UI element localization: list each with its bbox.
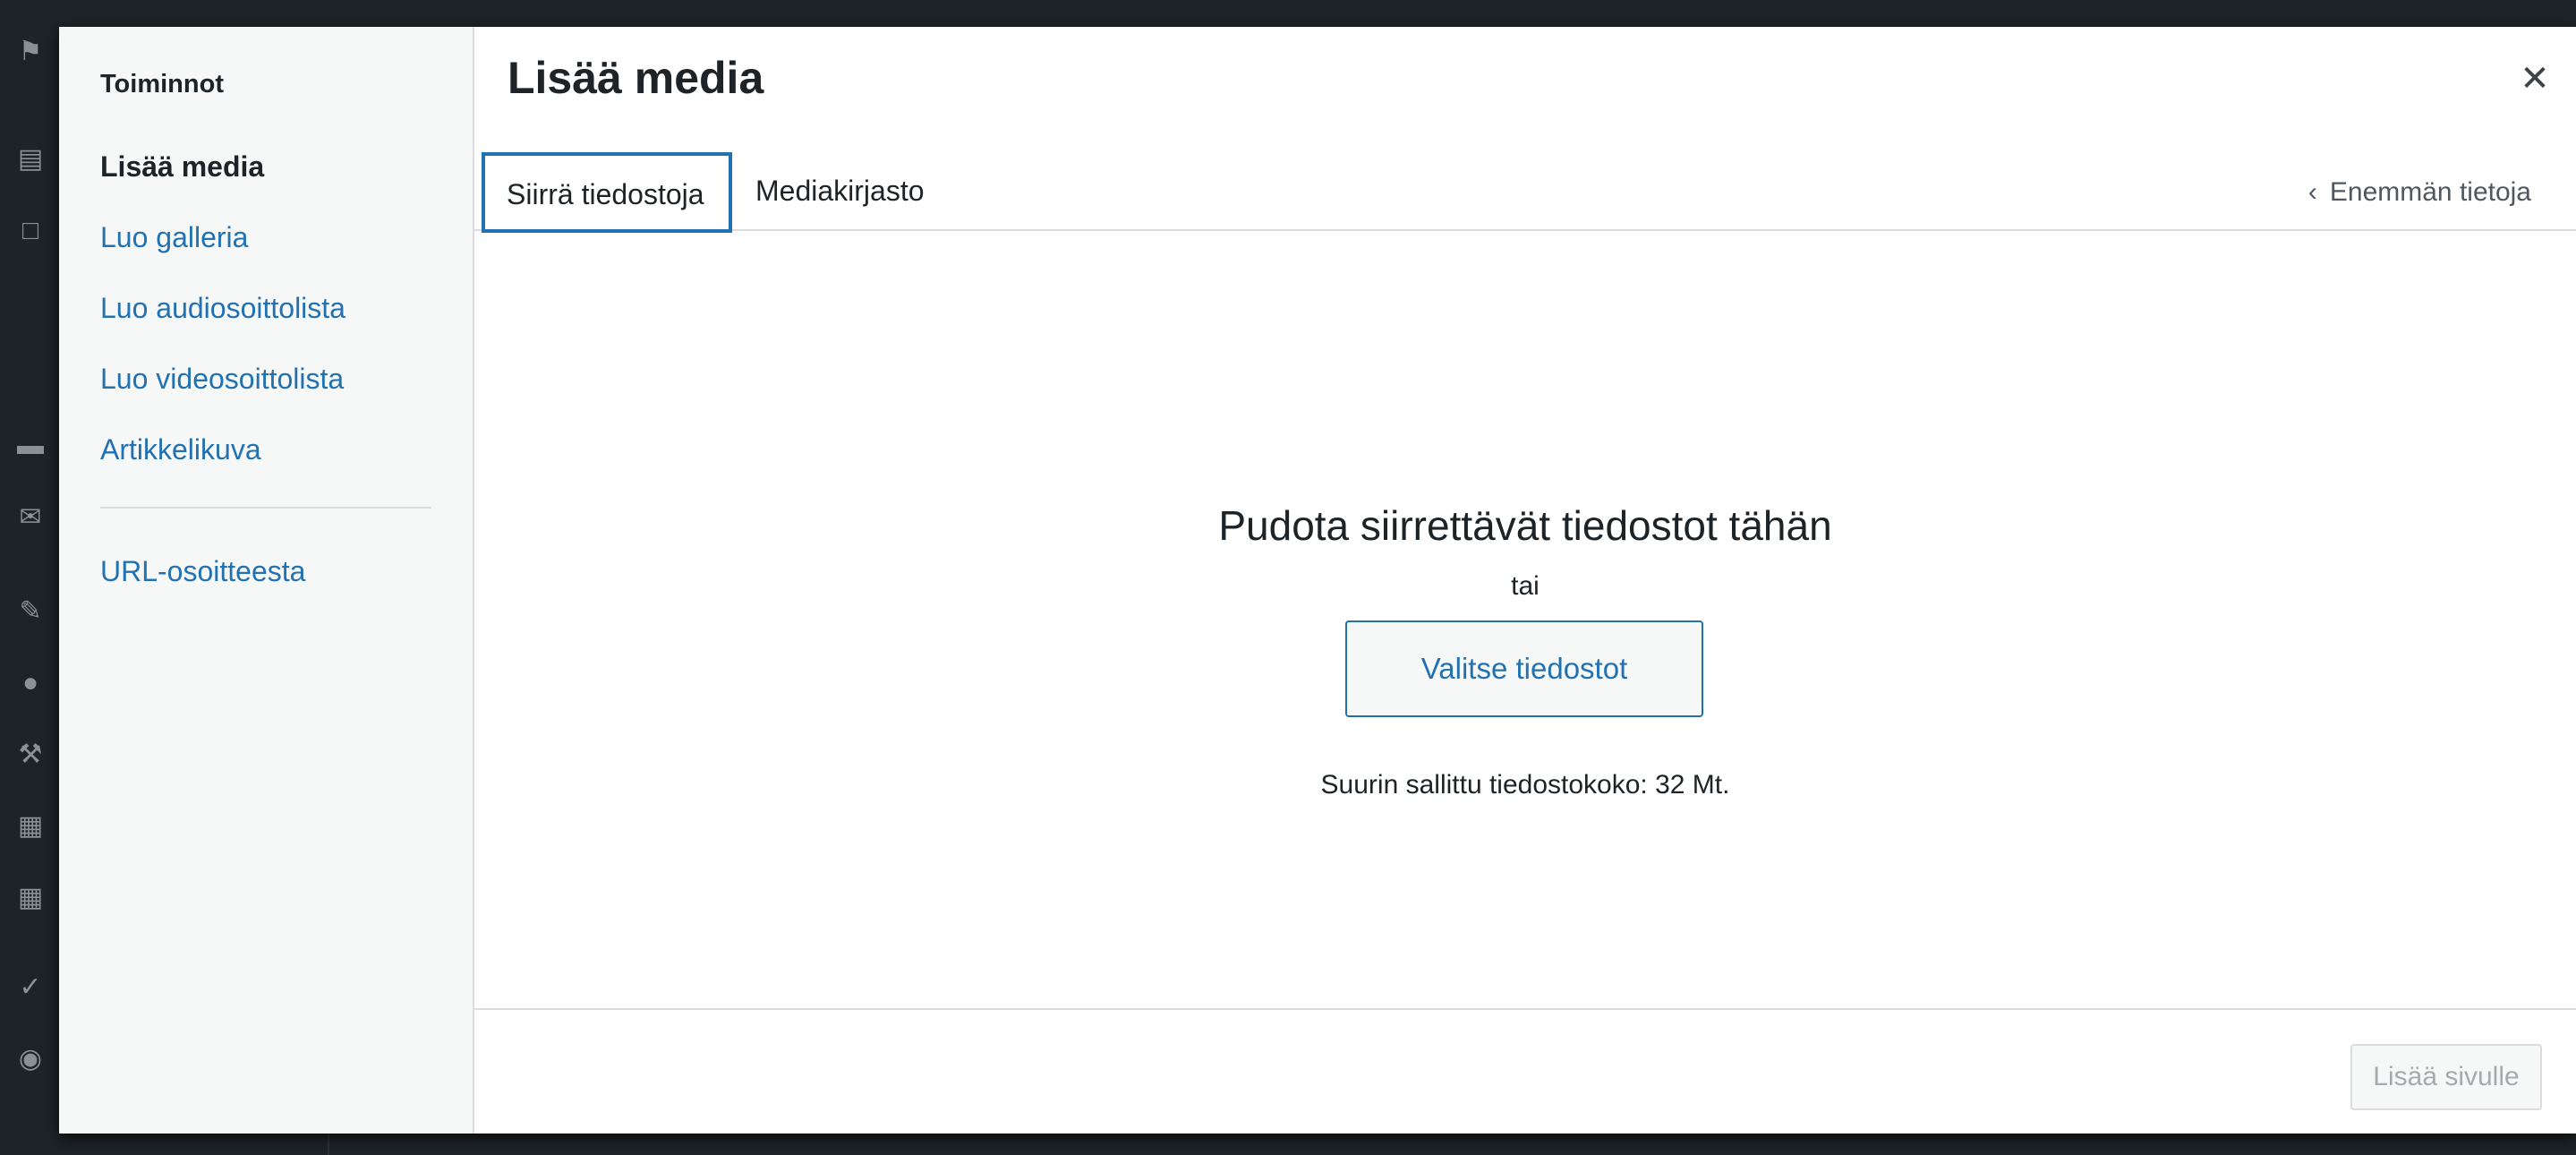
comments-icon: ▬ (17, 431, 44, 460)
tab-upload-files[interactable]: Siirrä tiedostoja (482, 152, 732, 233)
menu-item-create-audio-playlist[interactable]: Luo audiosoittolista (100, 292, 345, 325)
appearance-icon: ✎ (19, 596, 42, 626)
admin-bar (0, 0, 2576, 27)
menu-item-add-media[interactable]: Lisää media (100, 150, 264, 184)
menu-heading: Toiminnot (100, 70, 224, 98)
modal-title: Lisää media (508, 53, 764, 103)
yoast-icon: ✓ (19, 972, 42, 1002)
media-toolbar: Lisää sivulle (474, 1008, 2576, 1134)
mail-icon: ✉ (19, 502, 42, 532)
menu-item-featured-image[interactable]: Artikkelikuva (100, 433, 261, 466)
media-icon: ▤ (17, 144, 44, 174)
select-files-button[interactable]: Valitse tiedostot (1345, 620, 1703, 717)
media-menu: Toiminnot Lisää media Luo galleria Luo a… (59, 27, 474, 1134)
settings-icon: ▦ (17, 811, 44, 841)
page-bottom-strip (0, 1134, 2576, 1155)
drop-or-text: tai (1511, 571, 1540, 601)
tools-icon: ⚒ (18, 740, 43, 769)
shield-icon: ◉ (18, 1044, 43, 1074)
menu-item-create-gallery[interactable]: Luo galleria (100, 221, 248, 254)
admin-sidebar: ⚑ ▤ □ ▬ ✉ ✎ ● ⚒ ▦ ▦ ✓ ◉ (0, 0, 59, 1155)
media-content: Lisää media ✕ Siirrä tiedostoja Mediakir… (474, 27, 2576, 1134)
pages-icon: □ (21, 216, 39, 245)
drop-instructions: Pudota siirrettävät tiedostot tähän (1218, 502, 1832, 549)
insert-into-page-button[interactable]: Lisää sivulle (2350, 1044, 2542, 1110)
menu-item-insert-from-url[interactable]: URL-osoitteesta (100, 555, 305, 588)
users-icon: ● (21, 668, 39, 697)
more-info-label: Enemmän tietoja (2329, 177, 2531, 207)
menu-item-create-video-playlist[interactable]: Luo videosoittolista (100, 363, 344, 396)
max-upload-size: Suurin sallittu tiedostokoko: 32 Mt. (1320, 770, 1730, 800)
table-icon: ▦ (17, 883, 44, 912)
pin-icon: ⚑ (18, 37, 43, 66)
close-icon[interactable]: ✕ (2513, 57, 2556, 100)
menu-separator (100, 507, 431, 509)
more-info-link[interactable]: ‹ Enemmän tietoja (2308, 177, 2531, 208)
tab-media-library[interactable]: Mediakirjasto (734, 152, 946, 233)
chevron-left-icon: ‹ (2307, 177, 2317, 207)
media-modal: Toiminnot Lisää media Luo galleria Luo a… (59, 27, 2576, 1134)
media-router: Siirrä tiedostoja Mediakirjasto ‹ Enemmän… (474, 124, 2576, 233)
